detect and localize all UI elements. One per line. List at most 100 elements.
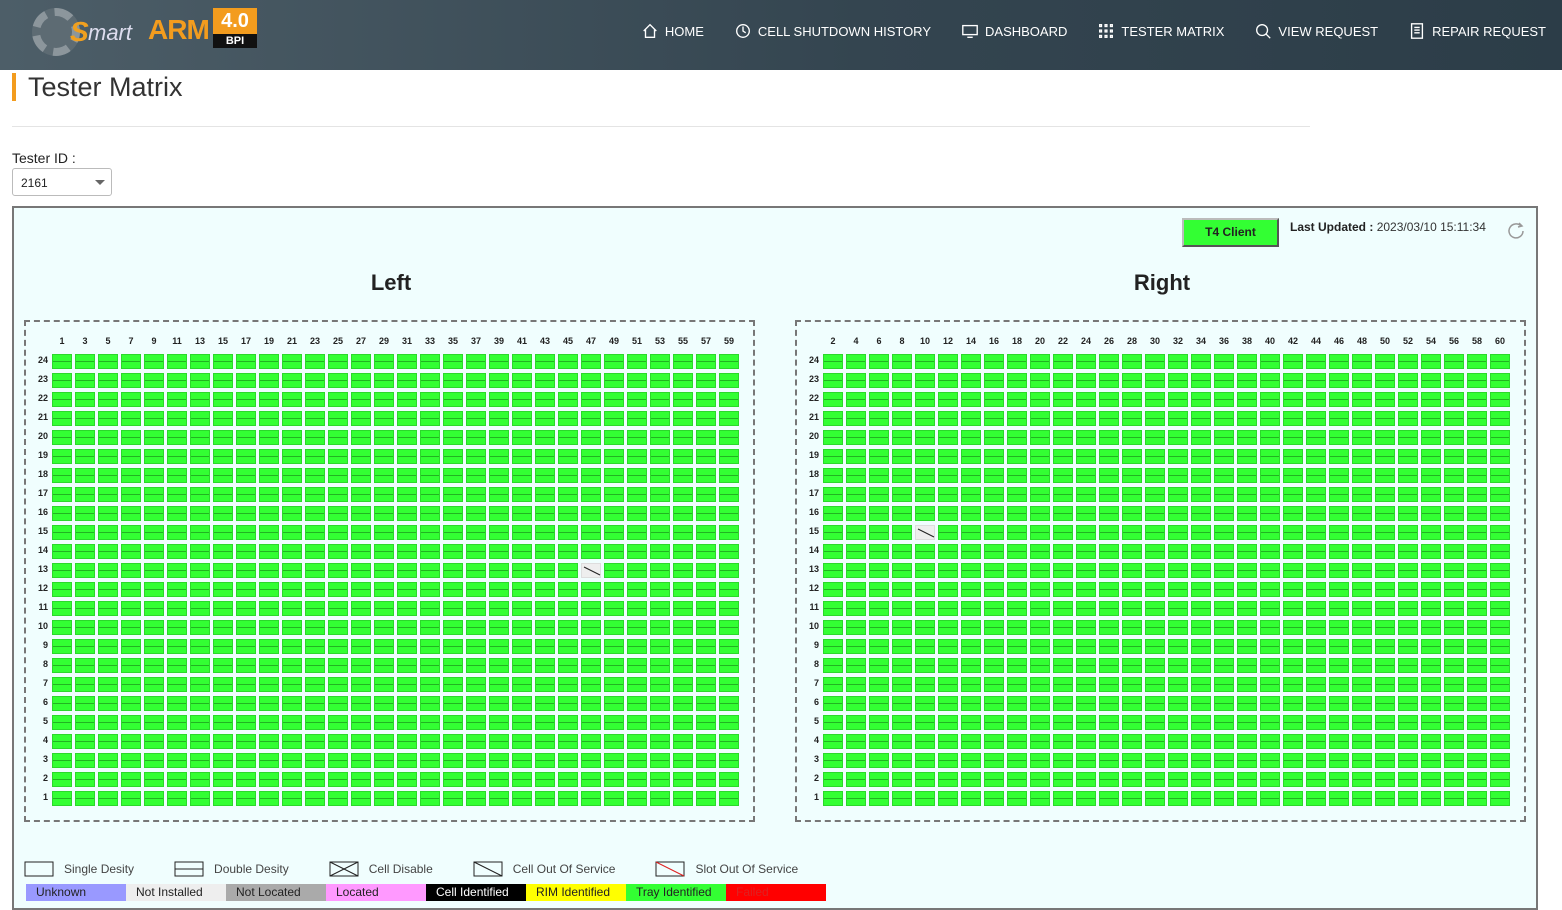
tester-cell[interactable] [52, 734, 72, 749]
tester-cell[interactable] [236, 563, 256, 578]
tester-cell[interactable] [581, 544, 601, 559]
tester-cell[interactable] [1053, 658, 1073, 673]
tester-cell[interactable] [1421, 506, 1441, 521]
tester-cell[interactable] [696, 373, 716, 388]
tester-cell[interactable] [1329, 658, 1349, 673]
tester-cell[interactable] [512, 468, 532, 483]
tester-cell[interactable] [98, 468, 118, 483]
tester-cell[interactable] [673, 582, 693, 597]
tester-cell[interactable] [1099, 772, 1119, 787]
tester-cell[interactable] [915, 373, 935, 388]
tester-cell[interactable] [328, 582, 348, 597]
tester-cell[interactable] [1099, 392, 1119, 407]
tester-cell[interactable] [144, 430, 164, 445]
tester-cell[interactable] [558, 354, 578, 369]
tester-cell[interactable] [1168, 411, 1188, 426]
tester-cell[interactable] [673, 392, 693, 407]
tester-cell[interactable] [846, 677, 866, 692]
tester-cell[interactable] [167, 791, 187, 806]
tester-cell[interactable] [213, 544, 233, 559]
tester-cell[interactable] [1237, 582, 1257, 597]
tester-cell[interactable] [1122, 677, 1142, 692]
tester-cell[interactable] [938, 696, 958, 711]
tester-cell[interactable] [581, 525, 601, 540]
tester-cell[interactable] [846, 430, 866, 445]
tester-cell[interactable] [328, 620, 348, 635]
tester-cell[interactable] [673, 791, 693, 806]
tester-cell[interactable] [869, 525, 889, 540]
tester-cell[interactable] [374, 411, 394, 426]
tester-cell[interactable] [1007, 354, 1027, 369]
tester-cell[interactable] [696, 392, 716, 407]
tester-cell[interactable] [581, 354, 601, 369]
tester-cell[interactable] [535, 354, 555, 369]
tester-cell[interactable] [1260, 715, 1280, 730]
tester-cell[interactable] [1099, 753, 1119, 768]
tester-cell[interactable] [1398, 772, 1418, 787]
tester-cell[interactable] [719, 525, 739, 540]
tester-cell[interactable] [1053, 449, 1073, 464]
tester-cell[interactable] [1398, 544, 1418, 559]
tester-cell[interactable] [1099, 487, 1119, 502]
tester-cell[interactable] [443, 411, 463, 426]
tester-cell[interactable] [466, 373, 486, 388]
tester-cell[interactable] [1283, 487, 1303, 502]
tester-cell[interactable] [512, 487, 532, 502]
tester-cell[interactable] [1030, 601, 1050, 616]
tester-cell[interactable] [1421, 601, 1441, 616]
tester-cell[interactable] [1122, 658, 1142, 673]
tester-cell[interactable] [650, 487, 670, 502]
tester-cell[interactable] [1007, 468, 1027, 483]
tester-cell[interactable] [1191, 791, 1211, 806]
tester-cell[interactable] [305, 677, 325, 692]
tester-cell[interactable] [190, 449, 210, 464]
tester-cell[interactable] [1329, 696, 1349, 711]
tester-cell[interactable] [604, 715, 624, 730]
tester-cell[interactable] [1306, 373, 1326, 388]
tester-cell[interactable] [512, 525, 532, 540]
tester-cell[interactable] [282, 525, 302, 540]
tester-cell[interactable] [1260, 563, 1280, 578]
tester-cell[interactable] [1122, 601, 1142, 616]
tester-cell[interactable] [98, 354, 118, 369]
tester-cell[interactable] [512, 506, 532, 521]
tester-cell[interactable] [1214, 696, 1234, 711]
tester-cell[interactable] [1490, 392, 1510, 407]
tester-cell[interactable] [1076, 430, 1096, 445]
tester-cell[interactable] [420, 544, 440, 559]
tester-cell[interactable] [213, 734, 233, 749]
tester-cell[interactable] [846, 506, 866, 521]
tester-cell[interactable] [466, 392, 486, 407]
tester-cell[interactable] [1168, 449, 1188, 464]
tester-cell[interactable] [328, 677, 348, 692]
tester-cell[interactable] [650, 544, 670, 559]
tester-cell[interactable] [98, 658, 118, 673]
tester-cell[interactable] [915, 658, 935, 673]
tester-cell[interactable] [938, 354, 958, 369]
tester-cell[interactable] [581, 506, 601, 521]
tester-cell[interactable] [984, 753, 1004, 768]
tester-cell[interactable] [282, 582, 302, 597]
tester-cell[interactable] [351, 506, 371, 521]
tester-cell[interactable] [328, 506, 348, 521]
tester-cell[interactable] [1122, 506, 1142, 521]
tester-cell[interactable] [1191, 392, 1211, 407]
tester-cell[interactable] [1467, 772, 1487, 787]
tester-cell[interactable] [1168, 696, 1188, 711]
tester-cell[interactable] [1260, 392, 1280, 407]
nav-item-home[interactable]: HOME [641, 20, 704, 42]
tester-cell[interactable] [328, 525, 348, 540]
tester-cell[interactable] [938, 734, 958, 749]
tester-cell[interactable] [397, 601, 417, 616]
tester-cell[interactable] [984, 677, 1004, 692]
tester-cell[interactable] [1260, 582, 1280, 597]
tester-cell[interactable] [915, 544, 935, 559]
tester-cell[interactable] [259, 753, 279, 768]
tester-cell[interactable] [420, 487, 440, 502]
tester-cell[interactable] [213, 696, 233, 711]
tester-cell[interactable] [282, 772, 302, 787]
tester-cell[interactable] [719, 411, 739, 426]
tester-cell[interactable] [236, 392, 256, 407]
tester-cell[interactable] [892, 677, 912, 692]
tester-cell[interactable] [823, 696, 843, 711]
